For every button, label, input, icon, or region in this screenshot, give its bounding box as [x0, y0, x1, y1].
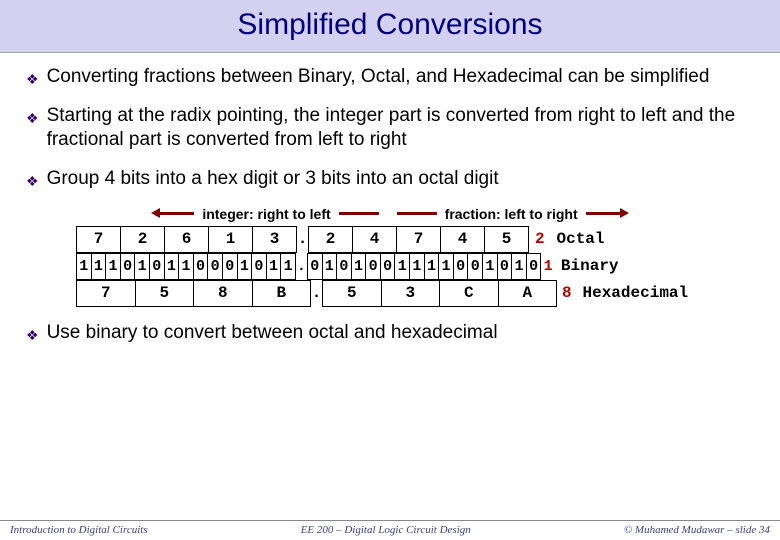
- diamond-icon: ❖: [26, 167, 39, 190]
- arrow-left-icon: [154, 212, 194, 215]
- bit: 1: [179, 253, 194, 279]
- bit: 0: [307, 253, 322, 279]
- hex-cell: 5: [135, 280, 194, 306]
- bit: 0: [380, 253, 395, 279]
- footer-center: EE 200 – Digital Logic Circuit Design: [301, 524, 471, 536]
- hex-row: 7 5 8 B . 5 3 C A 8 Hexadecimal: [76, 280, 688, 307]
- octal-cell: 7: [397, 226, 441, 252]
- hex-extra: 8: [557, 280, 577, 306]
- octal-extra: 2: [529, 226, 551, 252]
- bit: 1: [237, 253, 252, 279]
- bit: 1: [77, 253, 92, 279]
- octal-label: Octal: [551, 230, 605, 248]
- octal-cell: 2: [121, 226, 165, 252]
- bit: 1: [266, 253, 281, 279]
- hex-cell: 5: [323, 280, 382, 306]
- octal-cell: 4: [353, 226, 397, 252]
- bit: 1: [439, 253, 454, 279]
- hex-label: Hexadecimal: [577, 284, 689, 302]
- bit: 0: [497, 253, 512, 279]
- bit: 1: [424, 253, 439, 279]
- conversion-tables: 7 2 6 1 3 . 2 4 7 4 5 2 Octal 111010110: [76, 226, 754, 307]
- octal-cell: 1: [209, 226, 253, 252]
- direction-arrows: integer: right to left fraction: left to…: [26, 206, 754, 222]
- bullet-text: Starting at the radix pointing, the inte…: [47, 104, 754, 153]
- bit: 0: [337, 253, 352, 279]
- binary-row: 111010110001011 . 0101001111001010 1 Bin…: [76, 253, 688, 280]
- bit: 1: [135, 253, 150, 279]
- bit: 0: [208, 253, 223, 279]
- octal-cell: 4: [441, 226, 485, 252]
- hex-cell: 8: [194, 280, 253, 306]
- binary-label: Binary: [555, 257, 619, 275]
- bullet-3: ❖ Group 4 bits into a hex digit or 3 bit…: [26, 167, 754, 192]
- footer-left: Introduction to Digital Circuits: [10, 524, 148, 536]
- bullet-text: Group 4 bits into a hex digit or 3 bits …: [47, 167, 499, 192]
- radix-point: .: [311, 280, 323, 306]
- diamond-icon: ❖: [26, 321, 39, 344]
- octal-row: 7 2 6 1 3 . 2 4 7 4 5 2 Octal: [76, 226, 688, 253]
- slide-title: Simplified Conversions: [0, 8, 780, 42]
- bit: 0: [526, 253, 541, 279]
- hex-cell: C: [440, 280, 499, 306]
- hex-cell: B: [252, 280, 311, 306]
- bit: 1: [351, 253, 366, 279]
- bit: 0: [252, 253, 267, 279]
- arrow-line-icon: [339, 212, 379, 215]
- bullet-text: Use binary to convert between octal and …: [47, 321, 498, 346]
- slide-content: ❖ Converting fractions between Binary, O…: [0, 53, 780, 345]
- hex-cell: 3: [381, 280, 440, 306]
- bullet-text: Converting fractions between Binary, Oct…: [47, 65, 710, 90]
- bit: 0: [222, 253, 237, 279]
- octal-cell: 5: [485, 226, 529, 252]
- bit: 1: [281, 253, 296, 279]
- integer-direction-label: integer: right to left: [202, 206, 330, 222]
- bit: 0: [193, 253, 208, 279]
- diamond-icon: ❖: [26, 65, 39, 88]
- bit: 1: [410, 253, 425, 279]
- bit-extra: 1: [541, 253, 555, 279]
- octal-cell: 7: [77, 226, 121, 252]
- bit: 1: [483, 253, 498, 279]
- octal-cell: 2: [309, 226, 353, 252]
- arrow-right-icon: [586, 212, 626, 215]
- radix-point: .: [297, 226, 309, 252]
- bit: 0: [120, 253, 135, 279]
- slide-footer: Introduction to Digital Circuits EE 200 …: [0, 520, 780, 540]
- hex-cell: 7: [77, 280, 136, 306]
- bit: 0: [453, 253, 468, 279]
- bit: 1: [164, 253, 179, 279]
- octal-cell: 3: [253, 226, 297, 252]
- bit: 0: [366, 253, 381, 279]
- arrow-line-icon: [397, 212, 437, 215]
- bit: 0: [149, 253, 164, 279]
- radix-point: .: [295, 253, 307, 279]
- bit: 0: [468, 253, 483, 279]
- bullet-4: ❖ Use binary to convert between octal an…: [26, 321, 754, 346]
- diamond-icon: ❖: [26, 104, 39, 127]
- bit: 1: [395, 253, 410, 279]
- fraction-direction-label: fraction: left to right: [445, 206, 578, 222]
- title-bar: Simplified Conversions: [0, 0, 780, 53]
- bullet-2: ❖ Starting at the radix pointing, the in…: [26, 104, 754, 153]
- footer-right: © Muhamed Mudawar – slide 34: [624, 524, 770, 536]
- bit: 1: [106, 253, 121, 279]
- bit: 1: [512, 253, 527, 279]
- bit: 1: [91, 253, 106, 279]
- bit: 1: [322, 253, 337, 279]
- bullet-1: ❖ Converting fractions between Binary, O…: [26, 65, 754, 90]
- hex-cell: A: [498, 280, 557, 306]
- octal-cell: 6: [165, 226, 209, 252]
